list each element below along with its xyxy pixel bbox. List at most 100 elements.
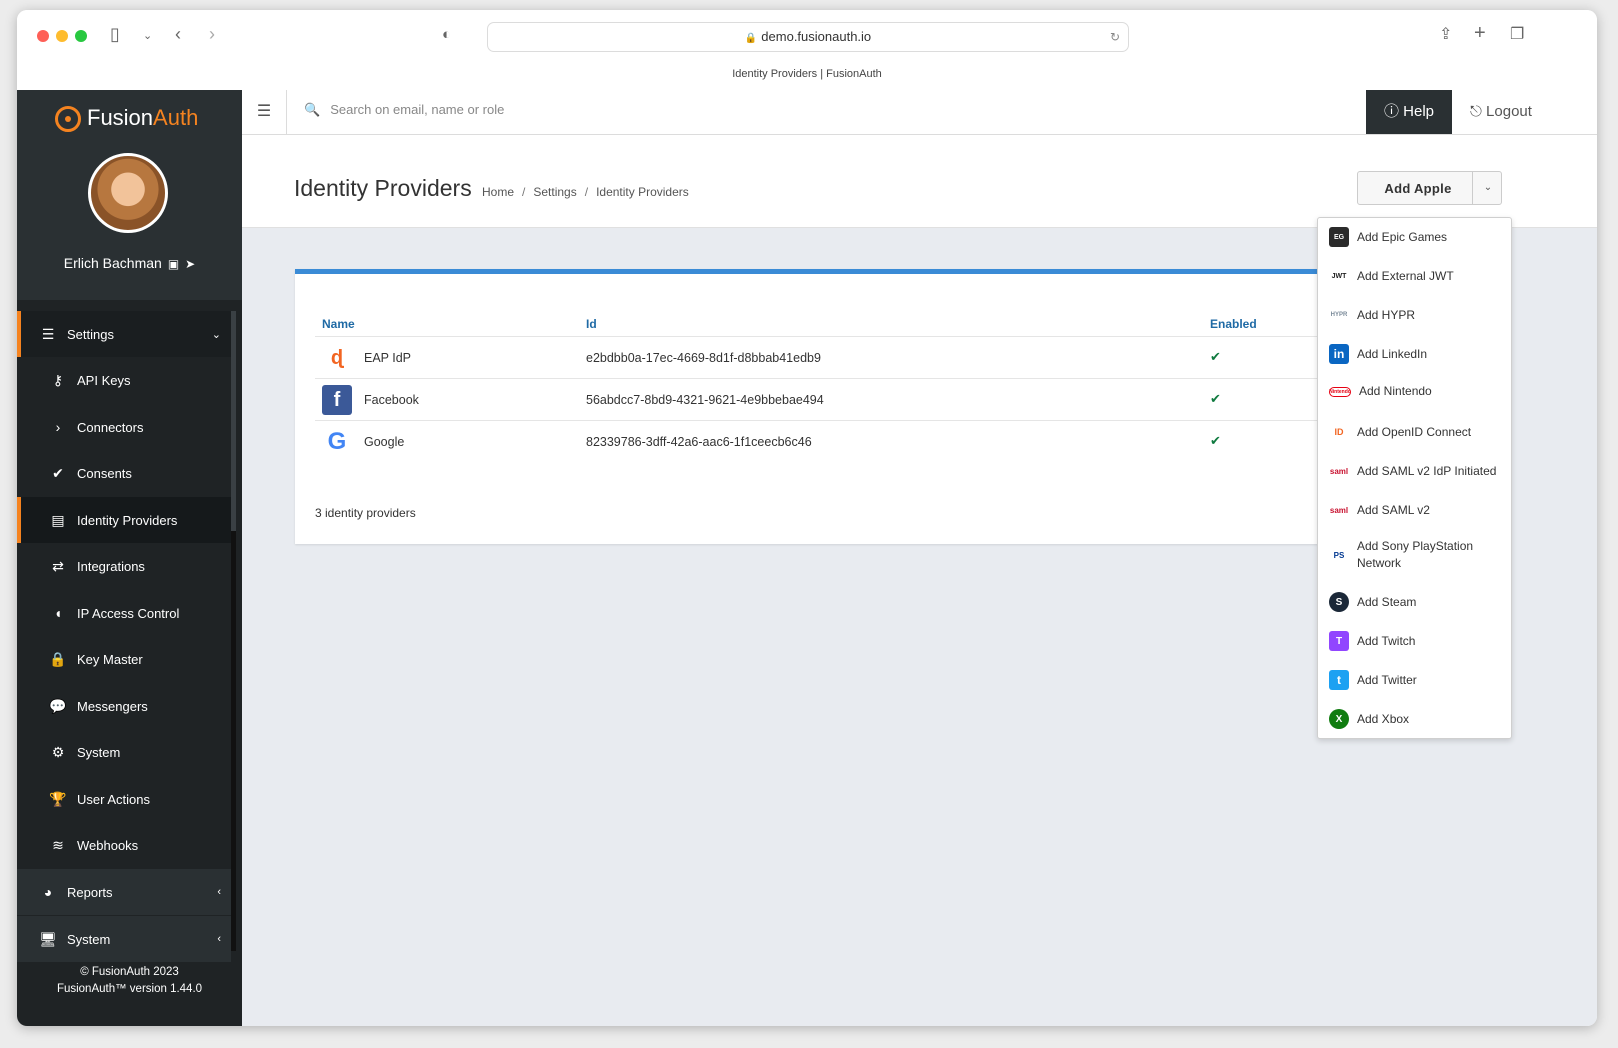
- menu-item-add-saml-v2-idp-initiated[interactable]: saml Add SAML v2 IdP Initiated: [1318, 461, 1511, 481]
- add-apple-label: Add Apple: [1384, 181, 1452, 196]
- provider-name: Google: [364, 435, 405, 449]
- forward-icon[interactable]: ›: [209, 24, 215, 45]
- minimize-window-button[interactable]: [56, 30, 68, 42]
- reload-icon[interactable]: ↻: [1110, 23, 1120, 51]
- footer-version: FusionAuth™ version 1.44.0: [56, 983, 203, 995]
- xbox-icon: X: [1329, 709, 1349, 729]
- menu-item-add-twitter[interactable]: t Add Twitter: [1318, 670, 1511, 690]
- menu-item-label: Add SAML v2 IdP Initiated: [1357, 463, 1497, 478]
- comments-icon: 💬: [49, 697, 67, 714]
- footer-copyright: © FusionAuth 2023: [80, 966, 179, 978]
- menu-item-add-saml-v2[interactable]: saml Add SAML v2: [1318, 500, 1511, 520]
- sign-out-icon: ⎋: [1470, 103, 1482, 120]
- sidebar-item-label: IP Access Control: [77, 605, 180, 621]
- zoom-window-button[interactable]: [75, 30, 87, 42]
- table-row[interactable]: G Google 82339786-3dff-42a6-aac6-1f1ceec…: [315, 420, 1360, 463]
- search-input[interactable]: Search on email, name or role: [330, 102, 504, 117]
- id-card-icon[interactable]: ▣: [168, 257, 179, 271]
- sidebar-item-label: Connectors: [77, 419, 144, 435]
- add-provider-dropdown-toggle[interactable]: ⌄: [1472, 172, 1503, 204]
- menu-item-add-epic-games[interactable]: EG Add Epic Games: [1318, 227, 1511, 247]
- sidebar-item-system[interactable]: ⚙ System: [17, 729, 231, 775]
- tabs-overview-icon[interactable]: ❐: [1510, 24, 1524, 44]
- sidebar-item-messengers[interactable]: 💬 Messengers: [17, 683, 231, 729]
- question-circle-icon: ⓘ: [1383, 103, 1399, 120]
- provider-id: 82339786-3dff-42a6-aac6-1f1ceecb6c46: [586, 435, 812, 449]
- desktop-icon: 🖥: [39, 930, 57, 947]
- nav-system[interactable]: 🖥 System ‹: [17, 916, 231, 962]
- sidebar-item-user-actions[interactable]: 🏆 User Actions: [17, 776, 231, 822]
- menu-toggle-button[interactable]: ☰: [242, 90, 287, 134]
- breadcrumb-home[interactable]: Home: [482, 185, 514, 199]
- menu-item-add-sony-playstation-network[interactable]: PS Add Sony PlayStation Network: [1318, 538, 1511, 572]
- table-row[interactable]: ɖ EAP IdP e2bdbb0a-17ec-4669-8d1f-d8bbab…: [315, 336, 1360, 379]
- help-button[interactable]: ⓘ Help: [1366, 90, 1452, 134]
- chevron-down-icon[interactable]: ⌄: [143, 29, 152, 42]
- close-window-button[interactable]: [37, 30, 49, 42]
- browser-window: ▯ ⌄ ‹ › ◐ 🔒 demo.fusionauth.io ↻ ⇪ + ❐ Id…: [17, 10, 1597, 1026]
- sidebar: FusionAuth Erlich Bachman ▣ ➤ ☰ Settings ⌄ ⚷…: [17, 90, 242, 1026]
- user-name: Erlich Bachman: [63, 255, 162, 271]
- back-icon[interactable]: ‹: [175, 24, 181, 45]
- sidebar-item-webhooks[interactable]: ≋ Webhooks: [17, 822, 231, 868]
- tab-title[interactable]: Identity Providers | FusionAuth: [17, 68, 1597, 80]
- nav-system-label: System: [67, 931, 111, 947]
- column-header-enabled[interactable]: Enabled: [1210, 317, 1257, 331]
- nav-reports[interactable]: ◕ Reports ‹: [17, 869, 231, 915]
- table-row[interactable]: f Facebook 56abdcc7-8bd9-4321-9621-4e9bb…: [315, 378, 1360, 421]
- menu-item-label: Add External JWT: [1357, 268, 1454, 283]
- address-bar[interactable]: 🔒 demo.fusionauth.io ↻: [487, 22, 1129, 52]
- menu-item-label: Add Sony PlayStation Network: [1357, 539, 1474, 570]
- nav-settings[interactable]: ☰ Settings ⌄: [17, 311, 231, 357]
- sidebar-item-connectors[interactable]: › Connectors: [17, 404, 231, 450]
- help-label: Help: [1403, 103, 1435, 120]
- top-bar: ☰ 🔍 Search on email, name or role ⓘ Help …: [242, 90, 1597, 135]
- sidebar-item-key-master[interactable]: 🔒 Key Master: [17, 636, 231, 682]
- sidebar-scrollbar-thumb[interactable]: [231, 311, 236, 531]
- menu-item-add-steam[interactable]: S Add Steam: [1318, 592, 1511, 612]
- menu-item-add-hypr[interactable]: HYPR Add HYPR: [1318, 305, 1511, 325]
- provider-name: Facebook: [364, 393, 419, 407]
- sidebar-item-consents[interactable]: ✔ Consents: [17, 450, 231, 496]
- search-bar[interactable]: 🔍 Search on email, name or role: [304, 102, 504, 118]
- new-tab-icon[interactable]: +: [1474, 22, 1486, 45]
- sidebar-item-ip-access-control[interactable]: ◖ IP Access Control: [17, 590, 231, 636]
- provider-name: EAP IdP: [364, 351, 412, 365]
- menu-item-label: Add HYPR: [1357, 307, 1416, 322]
- sidebar-item-label: User Actions: [77, 791, 150, 807]
- check-icon: ✔: [52, 464, 64, 481]
- menu-item-label: Add Epic Games: [1357, 229, 1448, 244]
- menu-item-add-linkedin[interactable]: in Add LinkedIn: [1318, 344, 1511, 364]
- sidebar-footer: © FusionAuth 2023 FusionAuth™ version 1.…: [17, 964, 242, 998]
- playstation-icon: PS: [1333, 550, 1345, 560]
- column-header-name[interactable]: Name: [322, 317, 355, 331]
- sidebar-item-label: Key Master: [77, 651, 143, 667]
- provider-id: e2bdbb0a-17ec-4669-8d1f-d8bbab41edb9: [586, 351, 821, 365]
- add-provider-split-button: Add Apple ⌄: [1357, 171, 1502, 205]
- fusionauth-logo[interactable]: FusionAuth: [55, 105, 198, 133]
- fusionauth-logo-icon: [55, 106, 81, 133]
- sidebar-item-identity-providers[interactable]: ▤ Identity Providers: [17, 497, 231, 543]
- breadcrumb-settings[interactable]: Settings: [533, 185, 576, 199]
- logout-button[interactable]: ⎋ Logout: [1470, 90, 1532, 134]
- sidebar-item-api-keys[interactable]: ⚷ API Keys: [17, 357, 231, 403]
- sidebar-item-integrations[interactable]: ⇄ Integrations: [17, 543, 231, 589]
- shield-icon: ◖: [53, 605, 63, 621]
- menu-item-add-twitch[interactable]: T Add Twitch: [1318, 631, 1511, 651]
- menu-item-add-external-jwt[interactable]: JWT Add External JWT: [1318, 266, 1511, 286]
- sidebar-toggle-icon[interactable]: ▯: [110, 24, 120, 45]
- share-icon[interactable]: ⇪: [1439, 24, 1452, 44]
- facebook-icon: f: [322, 385, 352, 415]
- column-header-id[interactable]: Id: [586, 317, 597, 331]
- menu-item-add-nintendo[interactable]: Nintendo Add Nintendo: [1318, 383, 1511, 400]
- sidebar-item-label: Consents: [77, 465, 132, 481]
- google-icon: G: [327, 428, 347, 455]
- privacy-shield-icon[interactable]: ◐: [442, 26, 451, 43]
- menu-item-add-openid-connect[interactable]: ID Add OpenID Connect: [1318, 422, 1511, 442]
- location-arrow-icon[interactable]: ➤: [185, 257, 195, 271]
- add-apple-button[interactable]: Add Apple: [1358, 172, 1472, 204]
- menu-item-add-xbox[interactable]: X Add Xbox: [1318, 709, 1511, 729]
- saml-icon: saml: [1329, 505, 1349, 515]
- chevron-left-icon: ‹: [217, 886, 221, 898]
- sidebar-scrollbar[interactable]: [231, 311, 236, 951]
